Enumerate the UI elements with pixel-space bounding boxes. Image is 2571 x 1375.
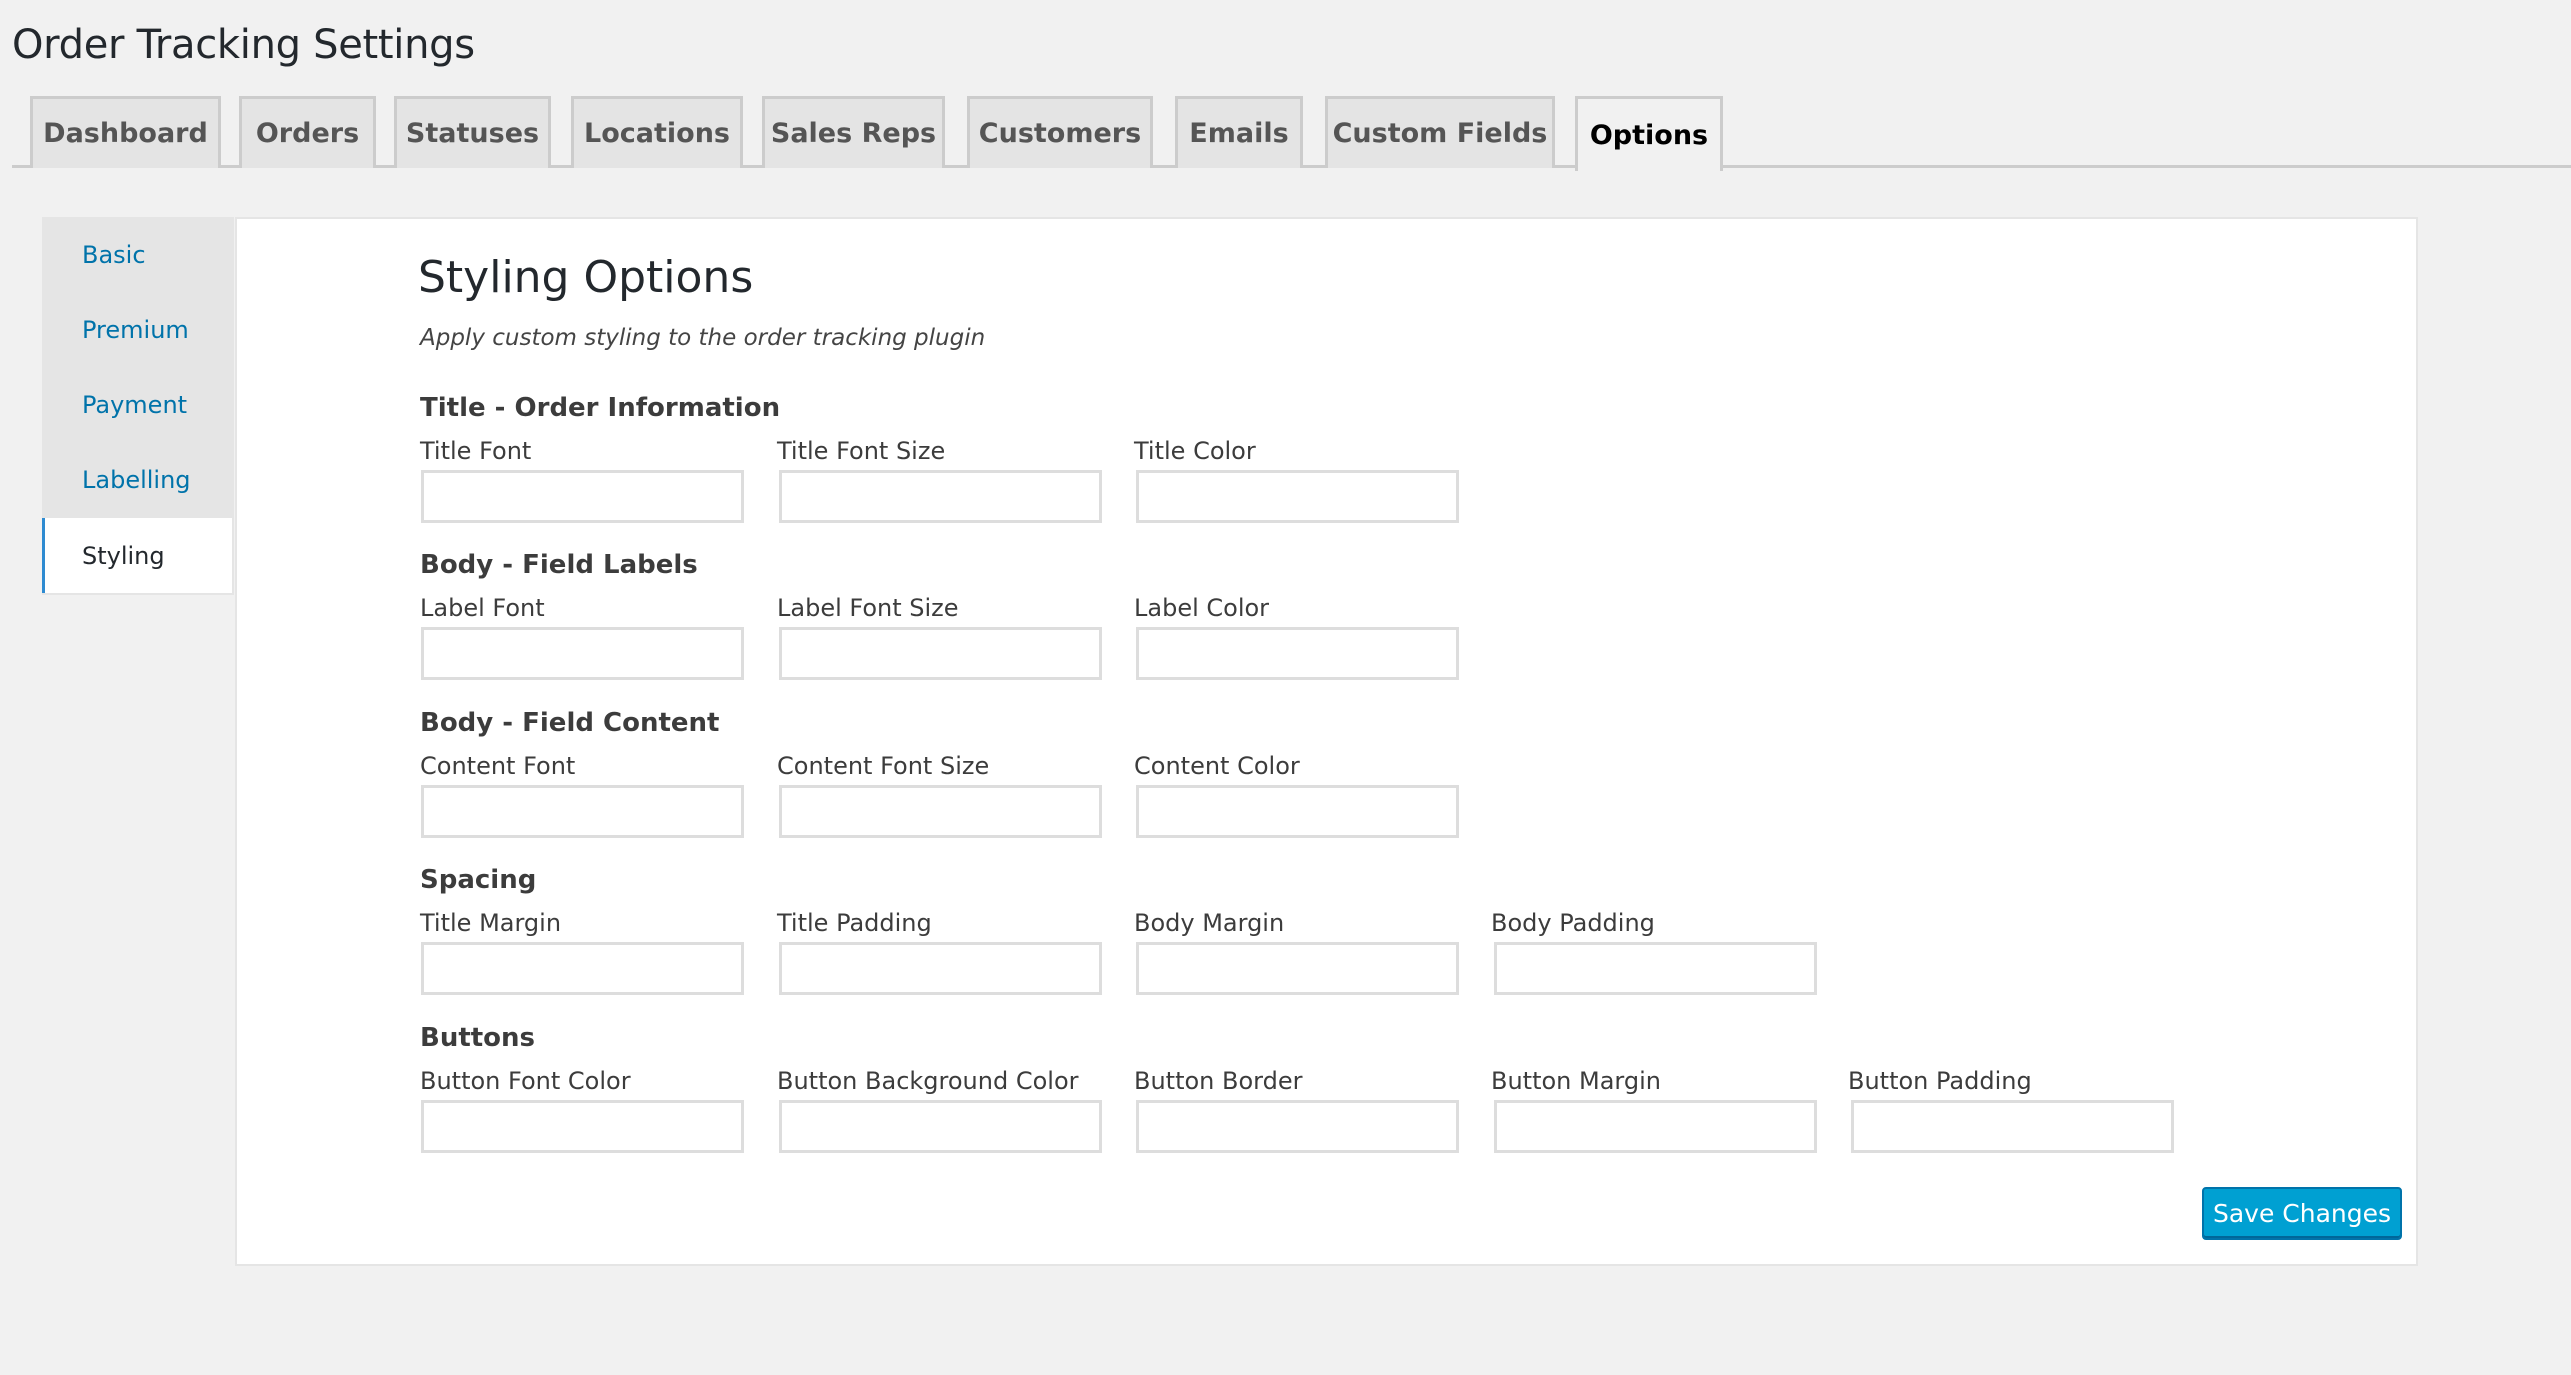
title-padding-label: Title Padding	[777, 909, 932, 937]
group-body-field-content: Body - Field Content	[420, 708, 720, 738]
group-title-order-information: Title - Order Information	[420, 393, 781, 423]
nav-tabs: Dashboard Orders Statuses Locations Sale…	[12, 96, 2571, 171]
section-description: Apply custom styling to the order tracki…	[420, 325, 986, 351]
content-font-input[interactable]	[421, 785, 744, 838]
sidebar-item-premium[interactable]: Premium	[42, 292, 234, 367]
title-font-size-input[interactable]	[779, 470, 1102, 523]
tab-orders[interactable]: Orders	[239, 96, 376, 168]
button-background-color-label: Button Background Color	[777, 1067, 1079, 1095]
group-body-field-labels: Body - Field Labels	[420, 550, 698, 580]
button-padding-input[interactable]	[1851, 1100, 2174, 1153]
content-font-size-input[interactable]	[779, 785, 1102, 838]
body-margin-label: Body Margin	[1134, 909, 1285, 937]
label-color-input[interactable]	[1136, 627, 1459, 680]
label-color-label: Label Color	[1134, 594, 1270, 622]
tab-dashboard[interactable]: Dashboard	[30, 96, 221, 168]
content-font-label: Content Font	[420, 752, 576, 780]
group-spacing: Spacing	[420, 865, 537, 895]
button-background-color-input[interactable]	[779, 1100, 1102, 1153]
title-color-label: Title Color	[1134, 437, 1256, 465]
title-margin-label: Title Margin	[420, 909, 562, 937]
tab-options[interactable]: Options	[1575, 96, 1723, 171]
body-padding-input[interactable]	[1494, 942, 1817, 995]
label-font-input[interactable]	[421, 627, 744, 680]
button-margin-input[interactable]	[1494, 1100, 1817, 1153]
button-padding-label: Button Padding	[1848, 1067, 2032, 1095]
content-color-input[interactable]	[1136, 785, 1459, 838]
label-font-size-input[interactable]	[779, 627, 1102, 680]
sidebar-item-basic[interactable]: Basic	[42, 217, 234, 292]
tab-custom-fields[interactable]: Custom Fields	[1325, 96, 1555, 168]
sidebar-item-labelling[interactable]: Labelling	[42, 442, 234, 517]
button-font-color-input[interactable]	[421, 1100, 744, 1153]
tab-statuses[interactable]: Statuses	[394, 96, 551, 168]
body-margin-input[interactable]	[1136, 942, 1459, 995]
options-sidebar: Basic Premium Payment Labelling Styling	[42, 217, 234, 595]
tab-sales-reps[interactable]: Sales Reps	[762, 96, 945, 168]
label-font-size-label: Label Font Size	[777, 594, 959, 622]
button-border-label: Button Border	[1134, 1067, 1303, 1095]
sidebar-item-payment[interactable]: Payment	[42, 367, 234, 442]
title-font-input[interactable]	[421, 470, 744, 523]
label-font-label: Label Font	[420, 594, 545, 622]
title-color-input[interactable]	[1136, 470, 1459, 523]
tab-customers[interactable]: Customers	[967, 96, 1153, 168]
tab-emails[interactable]: Emails	[1175, 96, 1303, 168]
body-padding-label: Body Padding	[1491, 909, 1655, 937]
content-color-label: Content Color	[1134, 752, 1300, 780]
save-changes-button[interactable]: Save Changes	[2202, 1187, 2402, 1240]
button-margin-label: Button Margin	[1491, 1067, 1661, 1095]
page-title: Order Tracking Settings	[12, 22, 475, 68]
button-border-input[interactable]	[1136, 1100, 1459, 1153]
group-buttons: Buttons	[420, 1023, 536, 1053]
button-font-color-label: Button Font Color	[420, 1067, 631, 1095]
title-margin-input[interactable]	[421, 942, 744, 995]
title-font-size-label: Title Font Size	[777, 437, 946, 465]
tab-locations[interactable]: Locations	[571, 96, 743, 168]
sidebar-item-styling[interactable]: Styling	[42, 518, 232, 593]
title-font-label: Title Font	[420, 437, 532, 465]
content-font-size-label: Content Font Size	[777, 752, 990, 780]
section-title: Styling Options	[418, 252, 754, 303]
title-padding-input[interactable]	[779, 942, 1102, 995]
